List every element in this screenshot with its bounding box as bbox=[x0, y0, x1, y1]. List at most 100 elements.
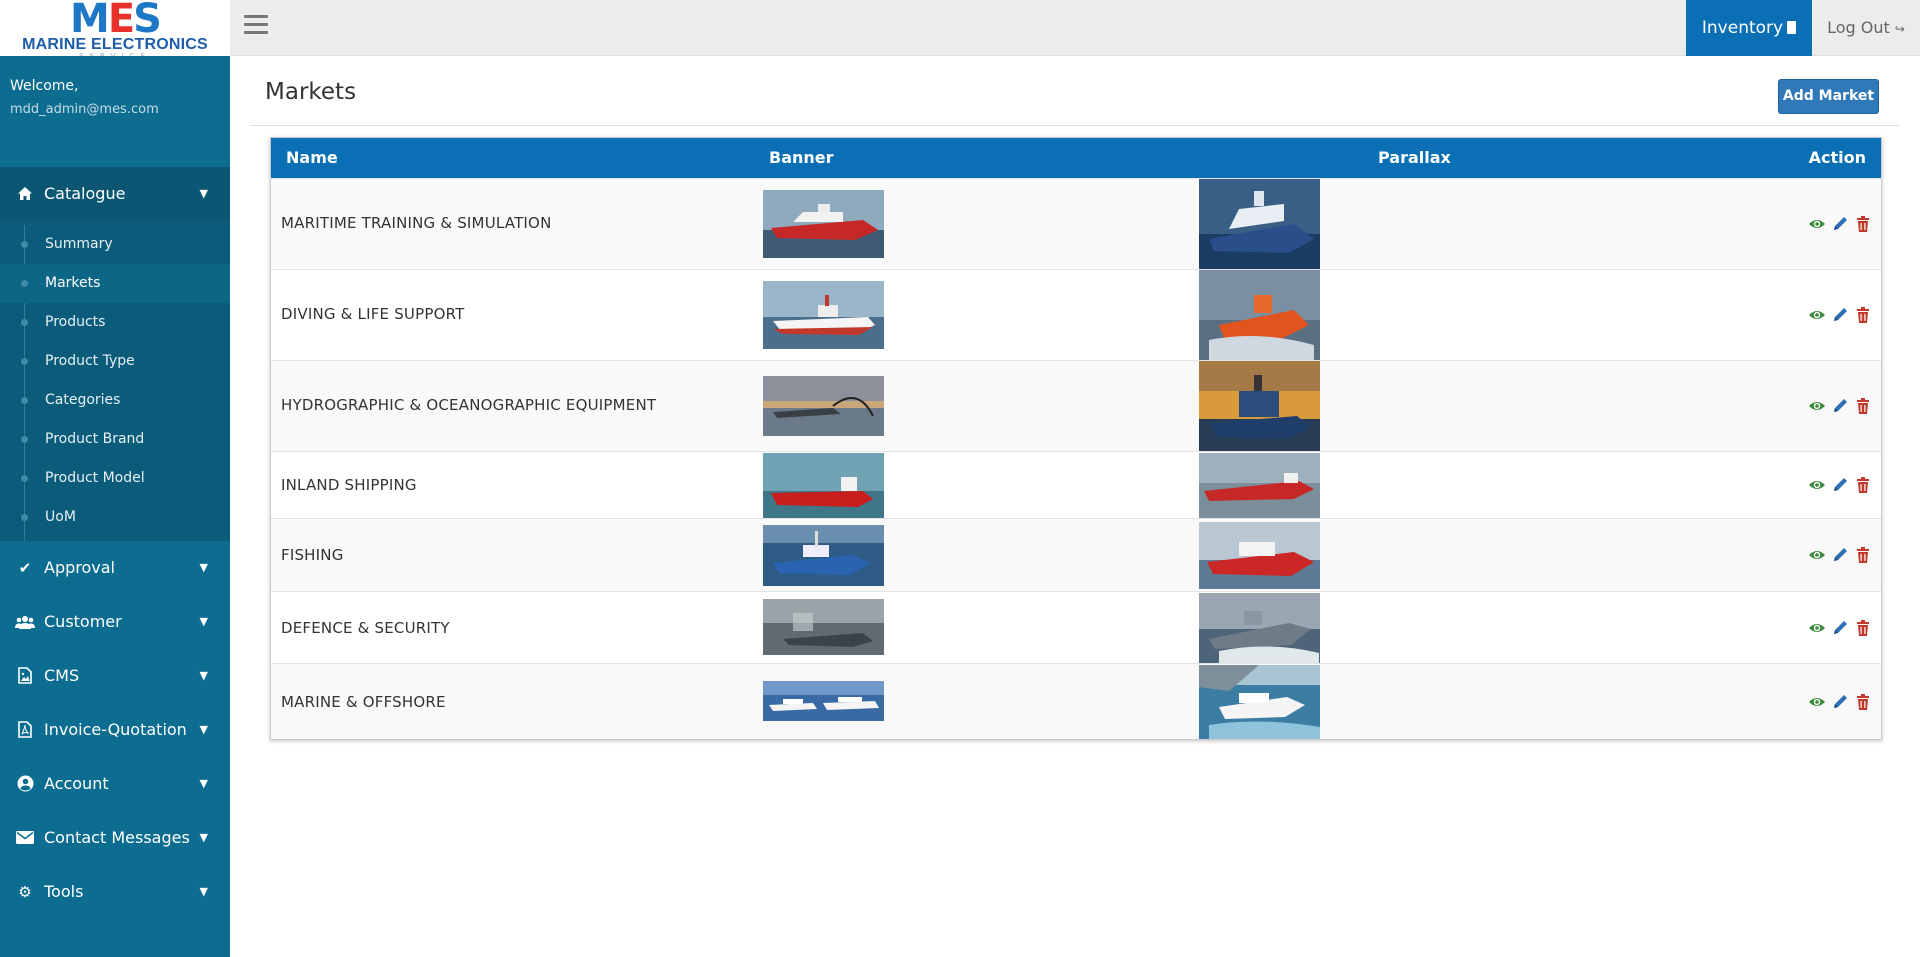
sidebar-item-label: Invoice-Quotation bbox=[44, 720, 187, 739]
sidebar-item-tools[interactable]: ⚙ Tools ▼ bbox=[0, 865, 230, 919]
view-eye-icon[interactable] bbox=[1808, 397, 1826, 415]
sidebar-nav: Catalogue ▼ Summary Markets Products Pro… bbox=[0, 167, 230, 919]
divider bbox=[250, 125, 1900, 126]
table-row: DEFENCE & SECURITY bbox=[271, 591, 1881, 663]
logout-button[interactable]: Log Out ↪ bbox=[1812, 0, 1920, 56]
edit-pencil-icon[interactable] bbox=[1831, 306, 1849, 324]
delete-trash-icon[interactable] bbox=[1854, 693, 1872, 711]
markets-table: Name Banner Parallax Action MARITIME TRA… bbox=[270, 137, 1882, 740]
sidebar-item-label: Approval bbox=[44, 558, 115, 577]
banner-image bbox=[763, 281, 884, 349]
banner-image bbox=[763, 525, 884, 586]
menu-toggle-icon[interactable] bbox=[244, 15, 268, 37]
catalogue-submenu: Summary Markets Products Product Type Ca… bbox=[0, 221, 230, 541]
view-eye-icon[interactable] bbox=[1808, 215, 1826, 233]
main-content: Markets Add Market Name Banner Parallax … bbox=[230, 56, 1920, 957]
sidebar-item-catalogue[interactable]: Catalogue ▼ bbox=[0, 167, 230, 221]
delete-trash-icon[interactable] bbox=[1854, 546, 1872, 564]
row-actions bbox=[1808, 476, 1878, 494]
sidebar-subitem-product-model[interactable]: Product Model bbox=[0, 459, 230, 498]
market-name: INLAND SHIPPING bbox=[281, 476, 417, 494]
edit-pencil-icon[interactable] bbox=[1831, 546, 1849, 564]
view-eye-icon[interactable] bbox=[1808, 476, 1826, 494]
chevron-down-icon: ▼ bbox=[199, 669, 208, 682]
logo-text: MARINE ELECTRONICS bbox=[22, 36, 208, 53]
delete-trash-icon[interactable] bbox=[1854, 215, 1872, 233]
sidebar-subitem-product-type[interactable]: Product Type bbox=[0, 342, 230, 381]
table-row: FISHING bbox=[271, 518, 1881, 591]
edit-pencil-icon[interactable] bbox=[1831, 397, 1849, 415]
chevron-down-icon: ▼ bbox=[199, 615, 208, 628]
column-header-action: Action bbox=[1808, 148, 1866, 167]
sidebar-item-account[interactable]: Account ▼ bbox=[0, 757, 230, 811]
inventory-button[interactable]: Inventory bbox=[1686, 0, 1812, 56]
view-eye-icon[interactable] bbox=[1808, 693, 1826, 711]
banner-image bbox=[763, 190, 884, 258]
sidebar-subitem-products[interactable]: Products bbox=[0, 303, 230, 342]
row-actions bbox=[1808, 546, 1878, 564]
view-eye-icon[interactable] bbox=[1808, 306, 1826, 324]
delete-trash-icon[interactable] bbox=[1854, 476, 1872, 494]
market-name: DEFENCE & SECURITY bbox=[281, 619, 450, 637]
sidebar-subitem-uom[interactable]: UoM bbox=[0, 498, 230, 537]
row-actions bbox=[1808, 215, 1878, 233]
inventory-label: Inventory bbox=[1701, 18, 1784, 38]
row-actions bbox=[1808, 397, 1878, 415]
check-icon: ✔ bbox=[18, 559, 32, 577]
mobile-icon bbox=[1787, 21, 1797, 34]
sidebar-item-label: Contact Messages bbox=[44, 828, 190, 847]
sidebar-item-cms[interactable]: CMS ▼ bbox=[0, 649, 230, 703]
market-name: HYDROGRAPHIC & OCEANOGRAPHIC EQUIPMENT bbox=[281, 396, 657, 414]
sidebar-subitem-categories[interactable]: Categories bbox=[0, 381, 230, 420]
view-eye-icon[interactable] bbox=[1808, 546, 1826, 564]
home-icon bbox=[14, 167, 36, 221]
welcome-text: Welcome, bbox=[10, 78, 79, 94]
delete-trash-icon[interactable] bbox=[1854, 619, 1872, 637]
row-actions bbox=[1808, 619, 1878, 637]
top-bar: MES MARINE ELECTRONICS SERVICE Inventory… bbox=[0, 0, 1920, 60]
edit-pencil-icon[interactable] bbox=[1831, 215, 1849, 233]
market-name: DIVING & LIFE SUPPORT bbox=[281, 305, 465, 323]
add-market-button[interactable]: Add Market bbox=[1778, 79, 1879, 114]
parallax-image bbox=[1199, 453, 1320, 518]
chevron-down-icon: ▼ bbox=[199, 885, 208, 898]
table-row: HYDROGRAPHIC & OCEANOGRAPHIC EQUIPMENT bbox=[271, 360, 1881, 452]
chevron-down-icon: ▼ bbox=[199, 831, 208, 844]
user-circle-icon bbox=[14, 757, 36, 811]
sidebar-item-contact-messages[interactable]: Contact Messages ▼ bbox=[0, 811, 230, 865]
page-title: Markets bbox=[265, 79, 357, 105]
sidebar-item-label: Catalogue bbox=[44, 184, 126, 203]
user-email: mdd_admin@mes.com bbox=[10, 102, 159, 117]
parallax-image bbox=[1199, 361, 1320, 452]
parallax-image bbox=[1199, 593, 1320, 663]
brand-logo[interactable]: MES MARINE ELECTRONICS SERVICE bbox=[0, 0, 230, 60]
parallax-image bbox=[1199, 522, 1320, 589]
table-row: INLAND SHIPPING bbox=[271, 451, 1881, 518]
edit-pencil-icon[interactable] bbox=[1831, 476, 1849, 494]
sidebar-item-approval[interactable]: ✔ Approval ▼ bbox=[0, 541, 230, 595]
sidebar-subitem-summary[interactable]: Summary bbox=[0, 225, 230, 264]
chevron-down-icon: ▼ bbox=[199, 561, 208, 574]
edit-pencil-icon[interactable] bbox=[1831, 693, 1849, 711]
delete-trash-icon[interactable] bbox=[1854, 397, 1872, 415]
sidebar-item-customer[interactable]: Customer ▼ bbox=[0, 595, 230, 649]
table-header: Name Banner Parallax Action bbox=[271, 138, 1881, 178]
column-header-name: Name bbox=[286, 148, 338, 167]
edit-pencil-icon[interactable] bbox=[1831, 619, 1849, 637]
sidebar-item-invoice-quotation[interactable]: Invoice-Quotation ▼ bbox=[0, 703, 230, 757]
sidebar-item-label: Account bbox=[44, 774, 109, 793]
sidebar-item-label: Customer bbox=[44, 612, 122, 631]
parallax-image bbox=[1199, 665, 1320, 739]
parallax-image bbox=[1199, 270, 1320, 361]
sidebar-subitem-product-brand[interactable]: Product Brand bbox=[0, 420, 230, 459]
banner-image bbox=[763, 453, 884, 518]
table-row: DIVING & LIFE SUPPORT bbox=[271, 269, 1881, 361]
column-header-banner: Banner bbox=[769, 148, 834, 167]
view-eye-icon[interactable] bbox=[1808, 619, 1826, 637]
row-actions bbox=[1808, 693, 1878, 711]
sidebar-item-label: CMS bbox=[44, 666, 80, 685]
table-row: MARINE & OFFSHORE bbox=[271, 663, 1881, 739]
delete-trash-icon[interactable] bbox=[1854, 306, 1872, 324]
chevron-down-icon: ▼ bbox=[199, 723, 208, 736]
sidebar-subitem-markets[interactable]: Markets bbox=[0, 264, 230, 303]
